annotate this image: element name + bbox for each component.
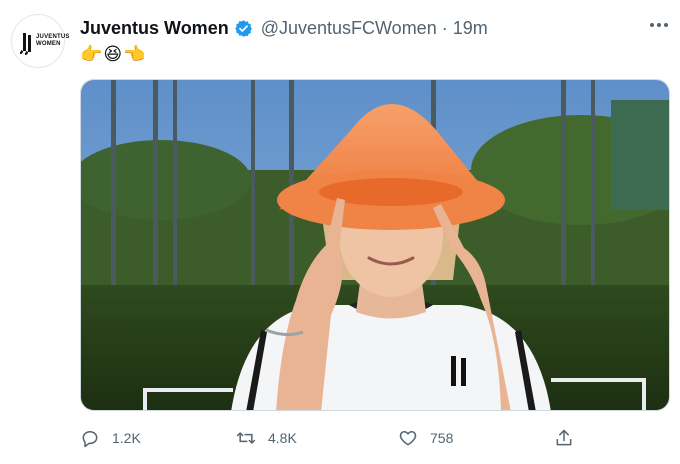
like-count: 758 — [430, 430, 454, 446]
tweet-card: JUVENTUS WOMEN Juventus Women @JuventusF… — [0, 0, 680, 464]
tweet-header: Juventus Women @JuventusFCWomen · 19m — [80, 16, 680, 40]
retweet-button[interactable]: 4.8K — [236, 425, 297, 451]
retweet-count: 4.8K — [268, 430, 297, 446]
photo-illustration — [81, 80, 669, 410]
avatar[interactable]: JUVENTUS WOMEN — [11, 14, 69, 68]
tweet-text: 👉😆👈 — [80, 44, 147, 64]
more-icon[interactable] — [648, 18, 670, 32]
reply-button[interactable]: 1.2K — [80, 425, 141, 451]
avatar-logo-text: JUVENTUS WOMEN — [36, 34, 70, 48]
reply-icon — [82, 431, 98, 448]
verified-badge-icon — [234, 19, 252, 37]
header-separator: · — [441, 17, 448, 38]
author-name[interactable]: Juventus Women — [80, 18, 229, 39]
avatar-logo-line1: JUVENTUS — [36, 34, 70, 40]
retweet-icon — [236, 432, 256, 444]
tweet-media-photo[interactable] — [80, 79, 670, 411]
avatar-logo-line2: WOMEN — [36, 41, 61, 47]
like-button[interactable]: 758 — [398, 425, 453, 451]
juventus-logo-icon — [20, 33, 31, 55]
tweet-timestamp[interactable]: 19m — [453, 18, 488, 39]
author-handle[interactable]: @JuventusFCWomen — [261, 18, 437, 39]
reply-count: 1.2K — [112, 430, 141, 446]
like-icon — [399, 431, 417, 446]
share-button[interactable] — [554, 425, 586, 451]
tweet-actions: 1.2K 4.8K 758 — [80, 425, 580, 451]
share-icon — [556, 429, 572, 446]
